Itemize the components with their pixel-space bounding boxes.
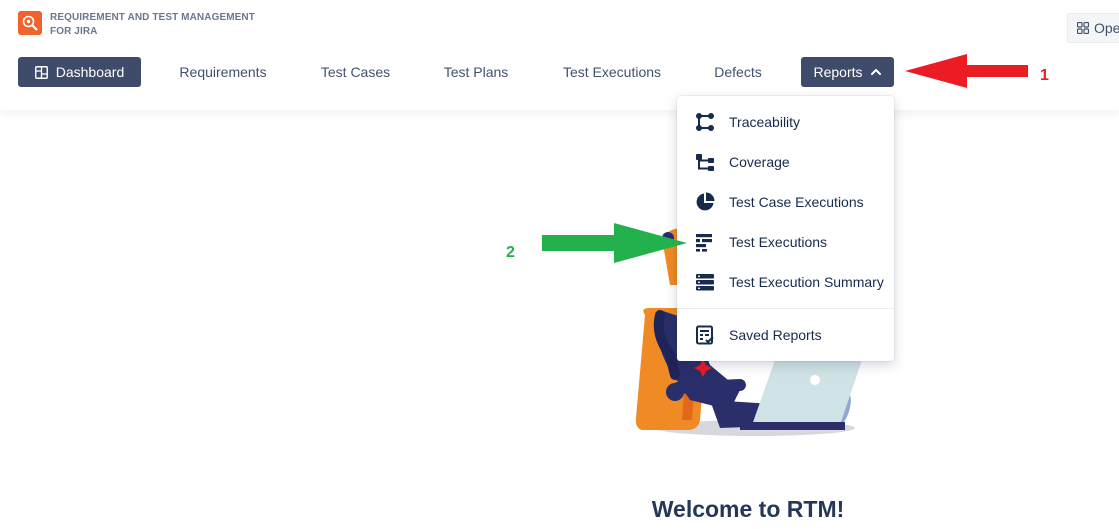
menu-item-test-execution-summary[interactable]: Test Execution Summary: [677, 262, 894, 302]
welcome-heading: Welcome to RTM!: [651, 496, 845, 522]
reports-dropdown: Traceability Coverage Test Case Executio…: [677, 96, 894, 361]
app-title: REQUIREMENT AND TEST MANAGEMENT FOR JIRA: [50, 12, 255, 37]
menu-item-coverage[interactable]: Coverage: [677, 142, 894, 182]
coverage-icon: [696, 154, 714, 171]
chevron-up-icon: [870, 69, 881, 75]
dashboard-icon: [34, 65, 48, 79]
nav-test-plans-label: Test Plans: [443, 64, 509, 80]
app-logo-icon[interactable]: [18, 11, 42, 35]
menu-divider: [677, 308, 894, 309]
open-button[interactable]: Ope: [1067, 13, 1119, 43]
nav-dashboard-label: Dashboard: [55, 64, 125, 80]
menu-item-label: Saved Reports: [729, 327, 822, 343]
nav-test-cases-label: Test Cases: [320, 64, 391, 80]
annotation-step-1: 1: [1040, 67, 1049, 84]
nav-dashboard[interactable]: Dashboard: [18, 57, 141, 87]
nav-test-cases[interactable]: Test Cases: [308, 57, 403, 87]
menu-item-saved-reports[interactable]: Saved Reports: [677, 315, 894, 355]
menu-item-traceability[interactable]: Traceability: [677, 102, 894, 142]
green-arrow-annotation: [542, 223, 687, 263]
traceability-icon: [696, 113, 714, 131]
bars-icon: [696, 234, 712, 252]
nav-defects-label: Defects: [714, 64, 762, 80]
nav-test-executions[interactable]: Test Executions: [550, 57, 674, 87]
saved-report-icon: [696, 325, 714, 345]
menu-item-label: Traceability: [729, 114, 801, 130]
menu-item-label: Coverage: [729, 154, 790, 170]
red-arrow-annotation: [905, 54, 1028, 88]
menu-item-label: Test Execution Summary: [729, 274, 884, 290]
nav-test-plans[interactable]: Test Plans: [433, 57, 519, 87]
nav-requirements[interactable]: Requirements: [168, 57, 278, 87]
menu-item-label: Test Executions: [729, 234, 828, 250]
apps-grid-icon: [1077, 22, 1089, 34]
nav-requirements-label: Requirements: [179, 64, 267, 80]
menu-item-test-executions[interactable]: Test Executions: [677, 222, 894, 262]
open-button-label: Ope: [1094, 20, 1119, 36]
annotation-step-2: 2: [506, 244, 515, 261]
nav-defects[interactable]: Defects: [703, 57, 773, 87]
menu-item-label: Test Case Executions: [729, 194, 864, 210]
nav-test-executions-label: Test Executions: [562, 64, 662, 80]
menu-item-test-case-executions[interactable]: Test Case Executions: [677, 182, 894, 222]
nav-reports-label: Reports: [813, 64, 863, 80]
list-icon: [696, 274, 714, 291]
pie-chart-icon: [696, 192, 715, 211]
nav-reports[interactable]: Reports: [801, 57, 894, 87]
